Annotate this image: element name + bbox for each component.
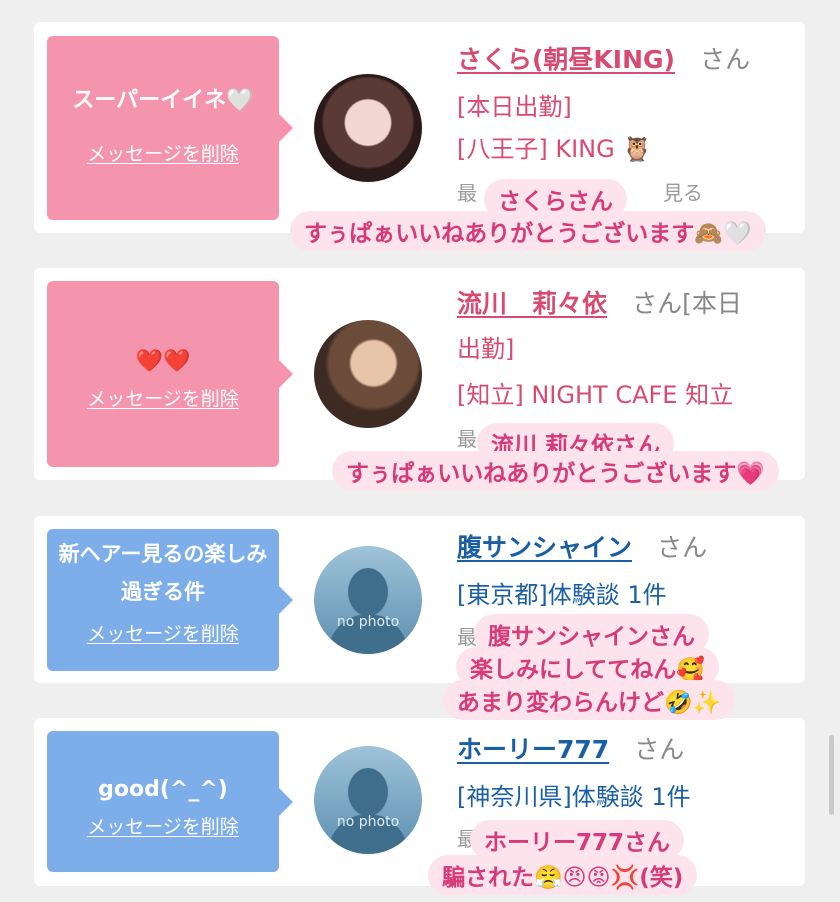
bubble-arrow xyxy=(279,586,293,614)
delete-message-link[interactable]: メッセージを削除 xyxy=(87,619,239,646)
delete-message-link[interactable]: メッセージを削除 xyxy=(87,384,239,411)
user-name-link[interactable]: さくら(朝昼KING) xyxy=(457,45,675,74)
delete-message-link[interactable]: メッセージを削除 xyxy=(87,139,239,166)
status-line: [本日出勤] xyxy=(457,93,572,121)
message-bubble: ❤️❤️ メッセージを削除 xyxy=(47,281,293,467)
avatar[interactable] xyxy=(314,74,422,182)
review-count: [東京都]体験談 1件 xyxy=(457,581,667,609)
honorific: さん xyxy=(657,533,708,562)
message-text: good(^_^) xyxy=(98,777,228,802)
review-count: [神奈川県]体験談 1件 xyxy=(457,783,691,811)
no-photo-avatar[interactable]: no photo xyxy=(314,546,422,654)
message-text: スーパーイイネ🤍 xyxy=(72,88,254,113)
view-link[interactable]: 見る xyxy=(663,177,703,206)
no-photo-label: no photo xyxy=(336,814,400,830)
user-name-link[interactable]: 腹サンシャイン xyxy=(457,533,632,562)
status-line: 出勤] xyxy=(457,335,515,363)
honorific: さん[本日 xyxy=(632,289,742,318)
message-text: ❤️❤️ xyxy=(135,349,191,374)
message-bubble: good(^_^) メッセージを削除 xyxy=(47,731,293,872)
no-photo-avatar[interactable]: no photo xyxy=(314,746,422,854)
user-name-link[interactable]: ホーリー777 xyxy=(457,735,609,764)
reply-overlay-line: ホーリー777さん xyxy=(470,820,685,860)
shop-line: [八王子] KING 🦉 xyxy=(457,135,653,163)
reply-overlay-line: すぅぱぁいいねありがとうございます🙈🤍 xyxy=(290,211,766,251)
bubble-arrow xyxy=(279,787,293,816)
scrollbar[interactable] xyxy=(829,735,834,815)
user-name-link[interactable]: 流川 莉々依 xyxy=(457,289,607,318)
reply-overlay-line: すぅぱぁいいねありがとうございます💗 xyxy=(332,451,779,491)
message-bubble: スーパーイイネ🤍 メッセージを削除 xyxy=(47,36,293,220)
honorific: さん xyxy=(700,45,751,74)
delete-message-link[interactable]: メッセージを削除 xyxy=(87,812,239,839)
avatar[interactable] xyxy=(314,320,422,428)
faint-text: 最 xyxy=(457,181,477,205)
honorific: さん xyxy=(634,735,685,764)
faint-text: 最 xyxy=(457,427,477,451)
reply-overlay-line: 騙された😤😠😡💢(笑) xyxy=(428,855,698,895)
message-bubble: 新ヘアー見るの楽しみ過ぎる件 メッセージを削除 xyxy=(47,529,293,671)
message-card: スーパーイイネ🤍 メッセージを削除 さくら(朝昼KING) さん [本日出勤] … xyxy=(34,22,805,233)
reply-overlay-line: あまり変わらんけど🤣✨ xyxy=(443,680,736,720)
message-card: ❤️❤️ メッセージを削除 流川 莉々依 さん[本日 出勤] [知立] NIGH… xyxy=(34,268,805,480)
no-photo-label: no photo xyxy=(336,614,400,630)
message-text: 新ヘアー見るの楽しみ過ぎる件 xyxy=(58,542,268,604)
bubble-arrow xyxy=(279,114,293,142)
bubble-arrow xyxy=(279,360,293,388)
shop-line: [知立] NIGHT CAFE 知立 xyxy=(457,381,734,409)
